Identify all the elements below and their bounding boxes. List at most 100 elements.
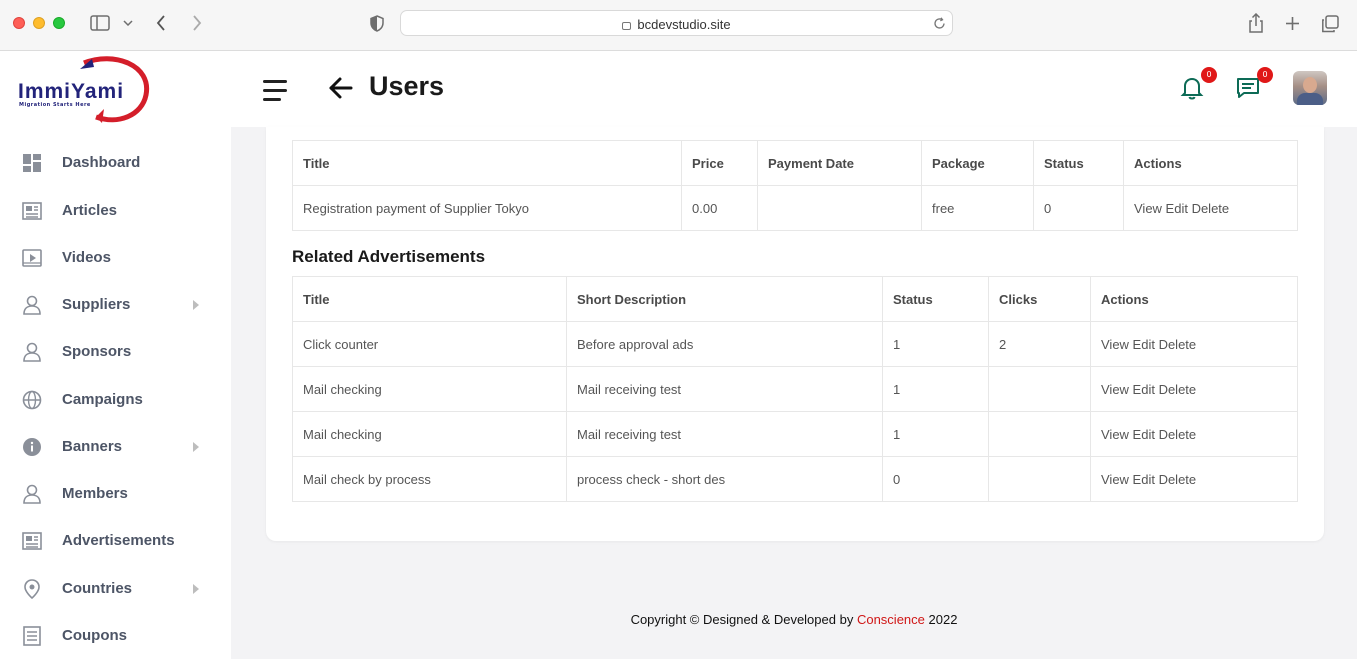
sidebar-item-sponsors[interactable]: Sponsors (0, 332, 231, 372)
sidebar-item-label: Banners (62, 438, 123, 455)
users-icon (23, 342, 41, 362)
close-window-button[interactable] (13, 17, 25, 29)
sidebar-item-videos[interactable]: Videos (0, 238, 231, 278)
row-actions[interactable]: View Edit Delete (1090, 411, 1298, 457)
column-header: Actions (1123, 140, 1298, 186)
column-header: Short Description (566, 276, 883, 322)
sidebar: ImmiYami Migration Starts Here Dashboard… (0, 51, 231, 659)
cell-title: Mail checking (292, 411, 567, 457)
column-header: Price (681, 140, 758, 186)
page-title: Users (369, 71, 445, 101)
table-row: Registration payment of Supplier Tokyo 0… (292, 185, 1298, 231)
messages-badge: 0 (1257, 67, 1273, 83)
table-row: Mail checking Mail receiving test 1 View… (292, 366, 1298, 412)
column-header: Actions (1090, 276, 1298, 322)
footer-brand-link[interactable]: Conscience (857, 612, 925, 627)
lock-icon (622, 22, 632, 30)
cell-title: Click counter (292, 321, 567, 367)
table-row: Click counter Before approval ads 1 2 Vi… (292, 321, 1298, 367)
column-header: Package (921, 140, 1034, 186)
sidebar-item-label: Videos (62, 249, 111, 266)
forward-nav-icon[interactable] (192, 15, 202, 31)
cell-clicks (988, 366, 1091, 412)
chevron-right-icon (193, 584, 199, 594)
sidebar-item-label: Sponsors (62, 343, 132, 360)
cell-short-description: process check - short des (566, 456, 883, 502)
advertisements-table: Title Short Description Status Clicks Ac… (292, 276, 1298, 502)
column-header: Status (1033, 140, 1124, 186)
row-actions[interactable]: View Edit Delete (1090, 366, 1298, 412)
cell-status: 0 (882, 456, 989, 502)
sidebar-item-label: Coupons (62, 627, 127, 644)
user-detail-card: Title Price Payment Date Package Status … (266, 127, 1324, 541)
minimize-window-button[interactable] (33, 17, 45, 29)
browser-toolbar: bcdevstudio.site (0, 0, 1357, 51)
sidebar-item-label: Dashboard (62, 154, 141, 171)
sidebar-item-members[interactable]: Members (0, 474, 231, 514)
logo-text: ImmiYami (18, 80, 125, 103)
shield-icon[interactable] (369, 15, 385, 32)
sidebar-item-campaigns[interactable]: Campaigns (0, 380, 231, 420)
cell-short-description: Mail receiving test (566, 411, 883, 457)
cell-package: free (921, 185, 1034, 231)
sidebar-item-label: Articles (62, 202, 118, 219)
logo-tagline: Migration Starts Here (19, 102, 91, 108)
maximize-window-button[interactable] (53, 17, 65, 29)
row-actions[interactable]: View Edit Delete (1090, 321, 1298, 367)
cell-short-description: Mail receiving test (566, 366, 883, 412)
cell-clicks (988, 411, 1091, 457)
newspaper-icon (22, 532, 42, 550)
cell-title: Registration payment of Supplier Tokyo (292, 185, 682, 231)
column-header: Status (882, 276, 989, 322)
sidebar-item-suppliers[interactable]: Suppliers (0, 285, 231, 325)
row-actions[interactable]: View Edit Delete (1123, 185, 1298, 231)
map-pin-icon (24, 579, 40, 599)
dashboard-icon (23, 154, 41, 172)
sidebar-item-dashboard[interactable]: Dashboard (0, 143, 231, 183)
new-tab-icon[interactable] (1285, 16, 1300, 31)
table-row: Mail check by process process check - sh… (292, 456, 1298, 502)
chevron-right-icon (193, 300, 199, 310)
column-header: Title (292, 140, 682, 186)
video-icon (22, 249, 42, 267)
sidebar-item-label: Suppliers (62, 296, 131, 313)
list-icon (23, 626, 41, 646)
row-actions[interactable]: View Edit Delete (1090, 456, 1298, 502)
sidebar-item-banners[interactable]: Banners (0, 427, 231, 467)
cell-status: 1 (882, 321, 989, 367)
menu-toggle-icon[interactable] (263, 80, 287, 101)
sidebar-item-countries[interactable]: Countries (0, 569, 231, 609)
footer: Copyright © Designed & Developed by Cons… (231, 612, 1357, 627)
reload-icon[interactable] (933, 17, 946, 30)
cell-title: Mail check by process (292, 456, 567, 502)
logo[interactable]: ImmiYami Migration Starts Here (16, 55, 156, 127)
sidebar-item-advertisements[interactable]: Advertisements (0, 521, 231, 561)
back-nav-icon[interactable] (156, 15, 166, 31)
notifications-button[interactable]: 0 (1179, 67, 1217, 101)
globe-icon (22, 390, 42, 410)
sidebar-item-label: Campaigns (62, 391, 143, 408)
sidebar-toggle-icon[interactable] (90, 15, 110, 31)
column-header: Clicks (988, 276, 1091, 322)
url-text: bcdevstudio.site (637, 17, 731, 32)
share-icon[interactable] (1248, 13, 1264, 33)
address-bar[interactable]: bcdevstudio.site (400, 10, 953, 36)
table-header-row: Title Short Description Status Clicks Ac… (292, 276, 1298, 322)
table-row: Mail checking Mail receiving test 1 View… (292, 411, 1298, 457)
avatar[interactable] (1293, 71, 1327, 105)
tab-overview-icon[interactable] (1321, 15, 1339, 33)
chevron-down-icon[interactable] (123, 20, 133, 26)
section-title: Related Advertisements (292, 247, 486, 266)
sidebar-item-label: Members (62, 485, 128, 502)
table-header-row: Title Price Payment Date Package Status … (292, 140, 1298, 186)
sidebar-item-label: Advertisements (62, 532, 175, 549)
cell-status: 1 (882, 411, 989, 457)
sidebar-item-articles[interactable]: Articles (0, 191, 231, 231)
info-icon (23, 438, 41, 456)
newspaper-icon (22, 202, 42, 220)
sidebar-item-coupons[interactable]: Coupons (0, 616, 231, 656)
footer-text: Copyright © Designed & Developed by (630, 612, 854, 627)
cell-status: 1 (882, 366, 989, 412)
messages-button[interactable]: 0 (1235, 67, 1273, 101)
back-arrow-icon[interactable] (328, 75, 354, 101)
